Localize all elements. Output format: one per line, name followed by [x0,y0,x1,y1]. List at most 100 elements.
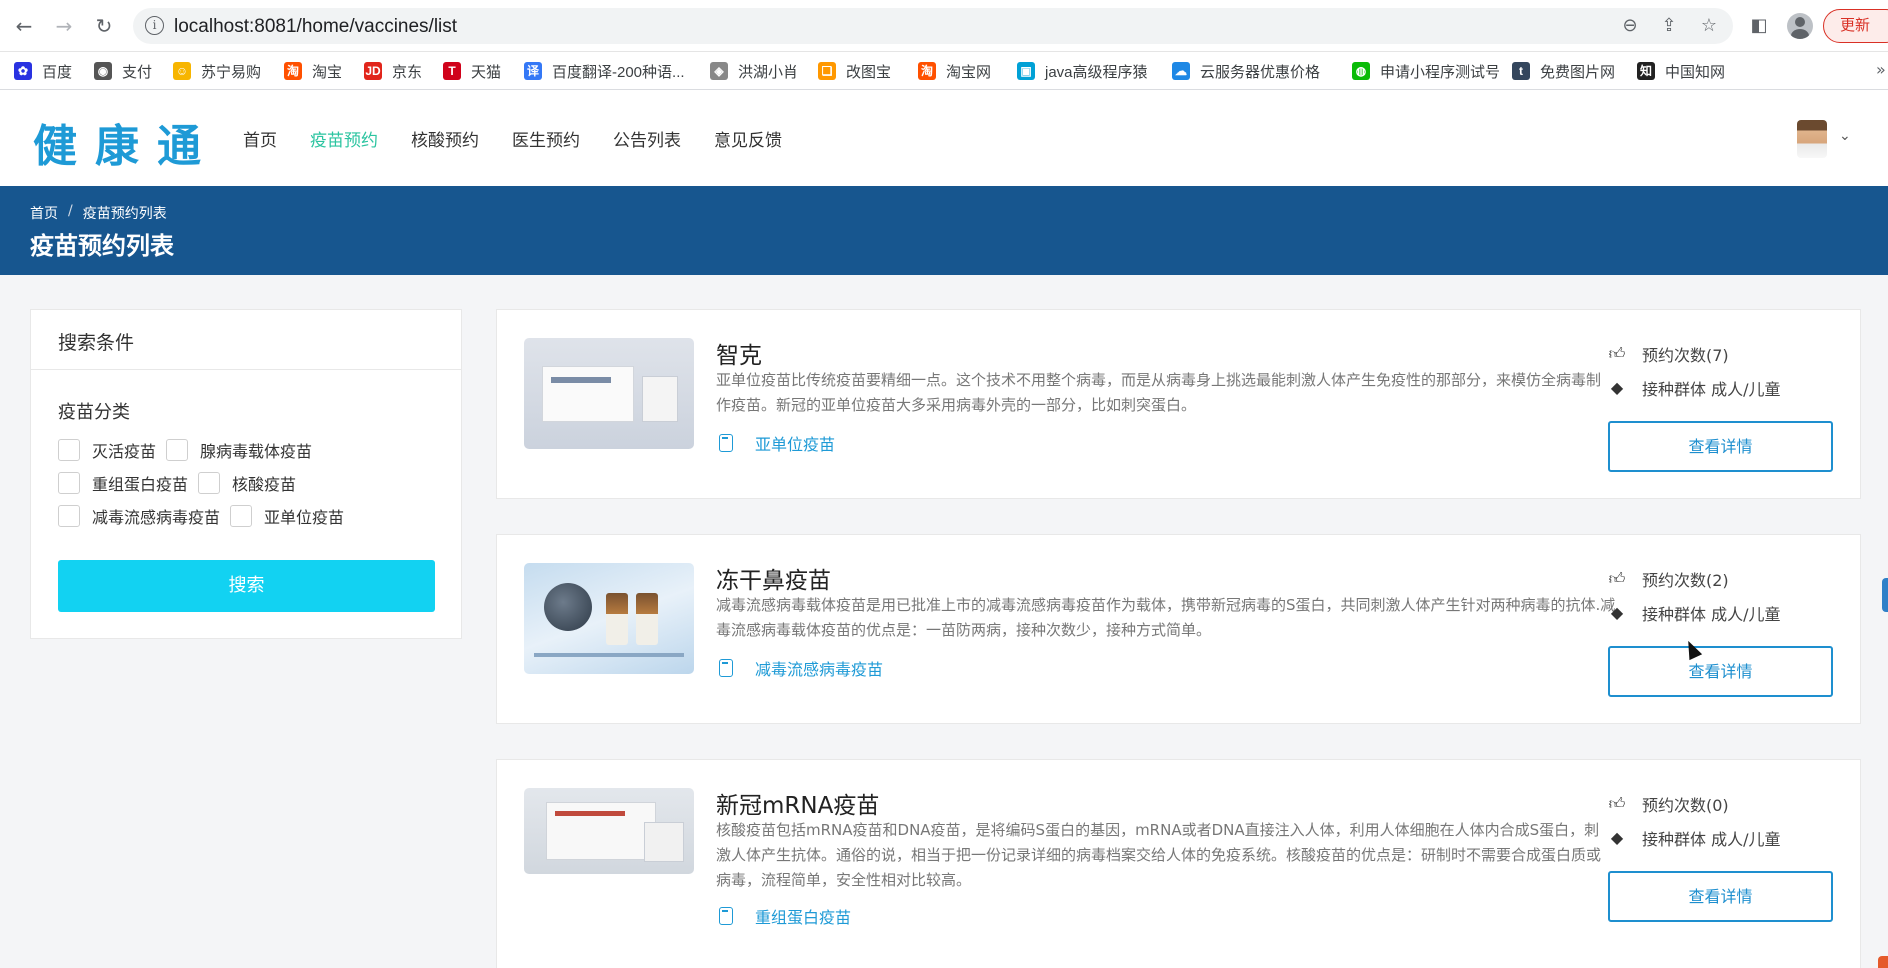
layers-icon: ◆ [1610,378,1624,397]
nav-item[interactable]: 首页 [243,126,277,151]
vaccine-image[interactable] [524,788,694,874]
category-checkbox[interactable] [58,472,80,494]
address-bar[interactable]: i localhost:8081/home/vaccines/list ⊖ ⇪ … [133,8,1733,44]
bookmark-star-icon[interactable]: ☆ [1698,15,1720,37]
cloud-icon: ☁ [1172,62,1190,80]
nav-item[interactable]: 医生预约 [512,126,580,151]
vaccine-category-label: 重组蛋白疫苗 [755,908,852,927]
nav-item[interactable]: 意见反馈 [714,126,782,151]
vaccine-name[interactable]: 智克 [716,336,762,370]
back-icon[interactable]: ← [11,13,37,39]
vaccine-name[interactable]: 冻干鼻疫苗 [716,561,831,595]
target-group: ◆ 接种群体 成人/儿童 [1608,376,1781,400]
bookmark-label: 免费图片网 [1540,63,1616,81]
floating-widget[interactable] [1878,956,1888,968]
breadcrumb-home[interactable]: 首页 [30,203,58,223]
appointment-count: 👍︎ 预约次数(2) [1608,567,1729,591]
browser-toolbar: ← → ↻ i localhost:8081/home/vaccines/lis… [0,0,1888,52]
side-panel-icon[interactable]: ◧ [1746,13,1772,39]
bookmark-item[interactable]: 知中国知网 [1637,60,1725,82]
bookmark-label: java高级程序猿 [1045,63,1148,81]
cnki-icon: 知 [1637,62,1655,80]
floating-side-tab[interactable] [1882,578,1888,612]
bookmark-label: 支付 [122,63,153,81]
bookmarks-more-icon[interactable]: » [1876,60,1886,79]
bookmark-item[interactable]: 淘淘宝网 [918,60,991,82]
category-checkbox[interactable] [58,439,80,461]
bookmark-item[interactable]: JD 京东 [364,60,422,82]
bookmark-item[interactable]: 淘淘宝 [284,60,342,82]
category-checkbox[interactable] [230,505,253,527]
forward-icon[interactable]: → [51,13,77,39]
suning-icon: ☺ [173,62,191,80]
view-details-button[interactable]: 查看详情 [1608,421,1833,472]
target-group-label: 接种群体 成人/儿童 [1642,605,1781,624]
profile-icon[interactable] [1787,13,1813,39]
appointment-count-label: 预约次数(7) [1642,346,1729,365]
update-button[interactable]: 更新 [1823,9,1888,43]
vaccine-category-label: 减毒流感病毒疫苗 [755,660,884,679]
user-avatar[interactable] [1797,120,1827,158]
category-label[interactable]: 减毒流感病毒疫苗 [92,504,220,528]
vaccine-description: 亚单位疫苗比传统疫苗要精细一点。这个技术不用整个病毒，而是从病毒身上挑选最能刺激… [716,371,1602,414]
site-logo[interactable]: 健康通 [33,110,219,174]
vial-icon [719,907,733,925]
category-label[interactable]: 重组蛋白疫苗 [92,471,188,495]
view-details-button[interactable]: 查看详情 [1608,871,1833,922]
share-icon[interactable]: ⇪ [1658,15,1680,37]
tumblr-icon: t [1512,62,1530,80]
gaitu-icon: ❏ [818,62,836,80]
target-group: ◆ 接种群体 成人/儿童 [1608,601,1781,625]
bookmark-item[interactable]: ◍ 申请小程序测试号 [1352,60,1500,82]
nav-item[interactable]: 公告列表 [613,126,681,151]
view-details-button[interactable]: 查看详情 [1608,646,1833,697]
page-banner: 首页 / 疫苗预约列表 疫苗预约列表 [0,186,1888,275]
bookmark-label: 申请小程序测试号 [1380,63,1501,81]
search-button[interactable]: 搜索 [58,560,435,612]
bookmark-label: 苏宁易购 [201,63,262,81]
vaccine-description: 减毒流感病毒载体疫苗是用已批准上市的减毒流感病毒疫苗作为载体，携带新冠病毒的S蛋… [716,596,1616,639]
vaccine-name[interactable]: 新冠mRNA疫苗 [716,786,879,820]
category-label[interactable]: 核酸疫苗 [232,471,296,495]
category-label[interactable]: 灭活疫苗 [92,438,156,462]
baidu-icon: ✿ [14,62,32,80]
vaccine-image[interactable] [524,338,694,449]
appointment-count-label: 预约次数(2) [1642,571,1729,590]
category-checkbox[interactable] [166,439,189,461]
translate-icon: 译 [524,62,542,80]
site-info-icon[interactable]: i [145,16,164,35]
bookmark-item[interactable]: 译百度翻译-200种语... [524,60,685,82]
bookmark-item[interactable]: T 天猫 [443,60,501,82]
taobao-net-icon: 淘 [918,62,936,80]
bookmark-item[interactable]: ◉ 支付 [94,60,152,82]
bookmark-item[interactable]: ❏ 改图宝 [818,60,891,82]
category-checkbox[interactable] [58,505,80,527]
nav-item[interactable]: 疫苗预约 [310,126,378,151]
vaccine-card: 冻干鼻疫苗 减毒流感病毒载体疫苗是用已批准上市的减毒流感病毒疫苗作为载体，携带新… [496,534,1861,724]
bookmark-item[interactable]: ☁ 云服务器优惠价格 [1172,60,1320,82]
bookmark-label: 改图宝 [846,63,892,81]
vaccine-image[interactable] [524,563,694,674]
layers-icon: ◆ [1610,603,1624,622]
bookmark-item[interactable]: ✿ 百度 [14,60,72,82]
reload-icon[interactable]: ↻ [91,13,117,39]
bookmark-label: 天猫 [471,63,502,81]
bookmark-item[interactable]: ◈ 洪湖小肖 [710,60,798,82]
bookmark-item[interactable]: ☺ 苏宁易购 [173,60,261,82]
bookmark-item[interactable]: t 免费图片网 [1512,60,1615,82]
breadcrumb-separator: / [68,203,73,219]
wechat-icon: ◍ [1352,62,1370,80]
category-label[interactable]: 亚单位疫苗 [264,504,344,528]
bookmark-item[interactable]: ▣ java高级程序猿 [1017,60,1148,82]
category-label[interactable]: 腺病毒载体疫苗 [200,438,312,462]
nav-item[interactable]: 核酸预约 [411,126,479,151]
chevron-down-icon[interactable]: ⌄ [1839,128,1853,144]
page-title: 疫苗预约列表 [30,232,174,260]
appointment-count-label: 预约次数(0) [1642,796,1729,815]
zoom-icon[interactable]: ⊖ [1619,15,1641,37]
category-checkbox[interactable] [198,472,221,494]
search-panel: 搜索条件 疫苗分类 灭活疫苗 腺病毒载体疫苗 重组蛋白疫苗 核酸疫苗 减毒流感病… [30,309,462,639]
appointment-count: 👍︎ 预约次数(7) [1608,342,1729,366]
thumbs-up-icon: 👍︎ [1608,344,1626,363]
address-url[interactable]: localhost:8081/home/vaccines/list [174,16,457,38]
